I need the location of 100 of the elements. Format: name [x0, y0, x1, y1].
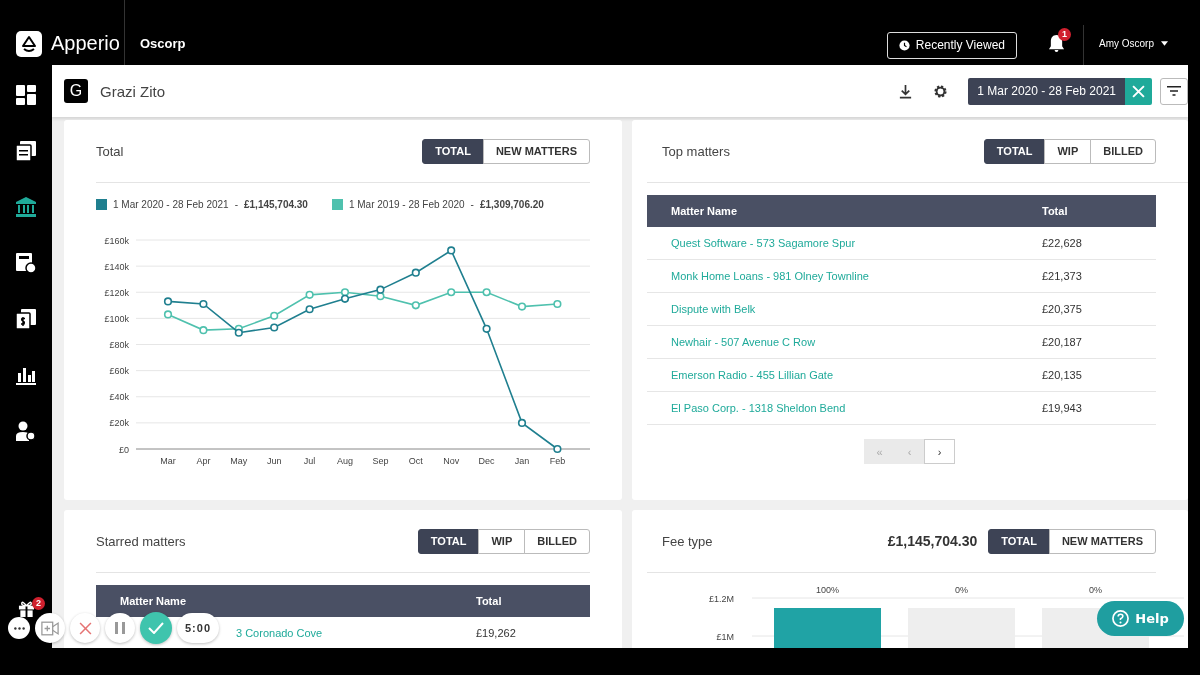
y-axis-label: £0: [119, 444, 129, 455]
toggle-tab[interactable]: NEW MATTERS: [482, 138, 590, 164]
invoice-icon[interactable]: [16, 309, 36, 329]
y-axis-label: £80k: [109, 340, 129, 350]
caret-icon: [1161, 41, 1168, 46]
close-icon: [78, 621, 92, 635]
table-cell-text: £20,375: [1042, 303, 1083, 315]
current-period-point: [482, 324, 491, 333]
column-header: Total: [476, 595, 503, 607]
card-title: Top matters: [662, 143, 731, 159]
previous-period-point: [447, 288, 456, 297]
toggle-tab[interactable]: WIP: [1044, 138, 1092, 164]
gift-icon[interactable]: [18, 600, 35, 617]
toggle-tab[interactable]: WIP: [478, 528, 526, 554]
pause-icon: [115, 622, 125, 634]
table-cell-text: £20,187: [1042, 336, 1083, 348]
gift-badge: 2: [32, 597, 45, 610]
pager-button[interactable]: ›: [924, 439, 955, 464]
more-button[interactable]: [8, 617, 30, 639]
documents-icon[interactable]: [16, 141, 36, 161]
toggle-tab[interactable]: TOTAL: [983, 138, 1046, 164]
current-period-point: [447, 246, 456, 255]
close-icon: [1132, 84, 1145, 98]
user-menu[interactable]: Amy Oscorp: [1099, 38, 1154, 49]
previous-period-point: [199, 326, 208, 335]
previous-period-point: [163, 310, 173, 319]
toggle-tab[interactable]: TOTAL: [422, 138, 484, 164]
legend-label: 1 Mar 2020 - 28 Feb 2021: [113, 199, 229, 210]
previous-period-point: [340, 288, 350, 297]
dashboard-icon[interactable]: [16, 85, 36, 105]
download-icon[interactable]: [898, 83, 914, 99]
bar-value-label: 100%: [816, 585, 839, 595]
table-cell-text: £19,262: [476, 627, 517, 639]
current-period-point: [340, 294, 350, 303]
legend-total: £1,309,706.20: [479, 199, 544, 210]
previous-period-point: [270, 311, 279, 320]
organization-name: Oscorp: [140, 35, 186, 51]
checkmark-icon: [148, 622, 164, 634]
clear-button[interactable]: [1125, 77, 1152, 105]
x-axis-label: Jun: [266, 456, 282, 466]
card-title: Fee type: [662, 533, 713, 549]
current-period-point: [517, 418, 527, 427]
table-cell-text: £20,135: [1042, 369, 1083, 381]
x-axis-label: Apr: [196, 456, 211, 466]
client-avatar: G: [64, 79, 88, 103]
bar-value-label: 0%: [955, 585, 968, 595]
table-cell-text: £21,373: [1042, 270, 1083, 282]
table-cell-text: £19,943: [1042, 402, 1083, 414]
x-axis-label: May: [230, 456, 248, 466]
current-period-point: [270, 323, 279, 332]
legend-separator: -: [470, 199, 474, 210]
filter-button[interactable]: [1160, 77, 1188, 105]
x-axis-label: Jul: [303, 456, 316, 466]
y-axis-label: £160k: [104, 235, 129, 246]
y-axis-label: £20k: [109, 418, 129, 429]
current-period-point: [305, 305, 314, 314]
dots-icon: [13, 626, 25, 630]
y-axis-label: £40k: [109, 392, 129, 403]
date-range-picker[interactable]: 1 Mar 2020 - 28 Feb 2021: [968, 77, 1125, 105]
x-axis-label: Mar: [160, 456, 176, 466]
x-axis-label: Feb: [549, 456, 566, 466]
toggle-tab[interactable]: TOTAL: [988, 528, 1050, 554]
legend-total: £1,145,704.30: [244, 199, 308, 210]
y-axis-label: £1M: [716, 631, 734, 642]
recently-viewed-button[interactable]: Recently Viewed: [886, 31, 1017, 59]
legend-separator: -: [234, 199, 238, 210]
previous-period-point: [411, 301, 420, 310]
help-icon: [1112, 610, 1130, 627]
video-add-button[interactable]: [35, 613, 65, 643]
table-cell-text: £22,628: [1042, 237, 1083, 249]
x-axis-label: Oct: [408, 456, 423, 466]
y-axis-label: £120k: [104, 287, 129, 298]
calculator-icon[interactable]: [16, 253, 36, 273]
bank-icon[interactable]: [16, 197, 36, 217]
toggle-tab[interactable]: BILLED: [1090, 138, 1156, 164]
card-title: Total: [96, 143, 125, 159]
previous-period-point: [305, 290, 314, 299]
x-axis-label: Sep: [372, 456, 389, 466]
chart-icon[interactable]: [16, 365, 36, 385]
toggle-tab[interactable]: BILLED: [524, 528, 590, 554]
current-period-point: [553, 444, 562, 454]
toggle-tab[interactable]: TOTAL: [417, 528, 480, 554]
settings-icon[interactable]: [933, 83, 949, 99]
x-axis-label: Dec: [478, 456, 495, 466]
y-axis-label: £60k: [109, 366, 129, 377]
current-period-point: [411, 268, 420, 277]
legend-label: 1 Mar 2019 - 28 Feb 2020: [348, 199, 465, 210]
bar-value-label: 0%: [1089, 585, 1102, 595]
video-plus-icon: [41, 620, 59, 636]
previous-period-point: [517, 302, 527, 311]
bell-icon[interactable]: [1048, 33, 1065, 53]
user-settings-icon[interactable]: [16, 421, 36, 441]
column-header: Total: [1042, 205, 1069, 217]
x-axis-label: Nov: [443, 456, 460, 466]
card-title: Starred matters: [96, 533, 187, 549]
current-period-point: [163, 297, 173, 306]
previous-period-point: [553, 299, 562, 309]
notification-badge: 1: [1058, 27, 1071, 41]
x-axis-label: Aug: [337, 456, 353, 466]
toggle-tab[interactable]: NEW MATTERS: [1048, 528, 1156, 554]
